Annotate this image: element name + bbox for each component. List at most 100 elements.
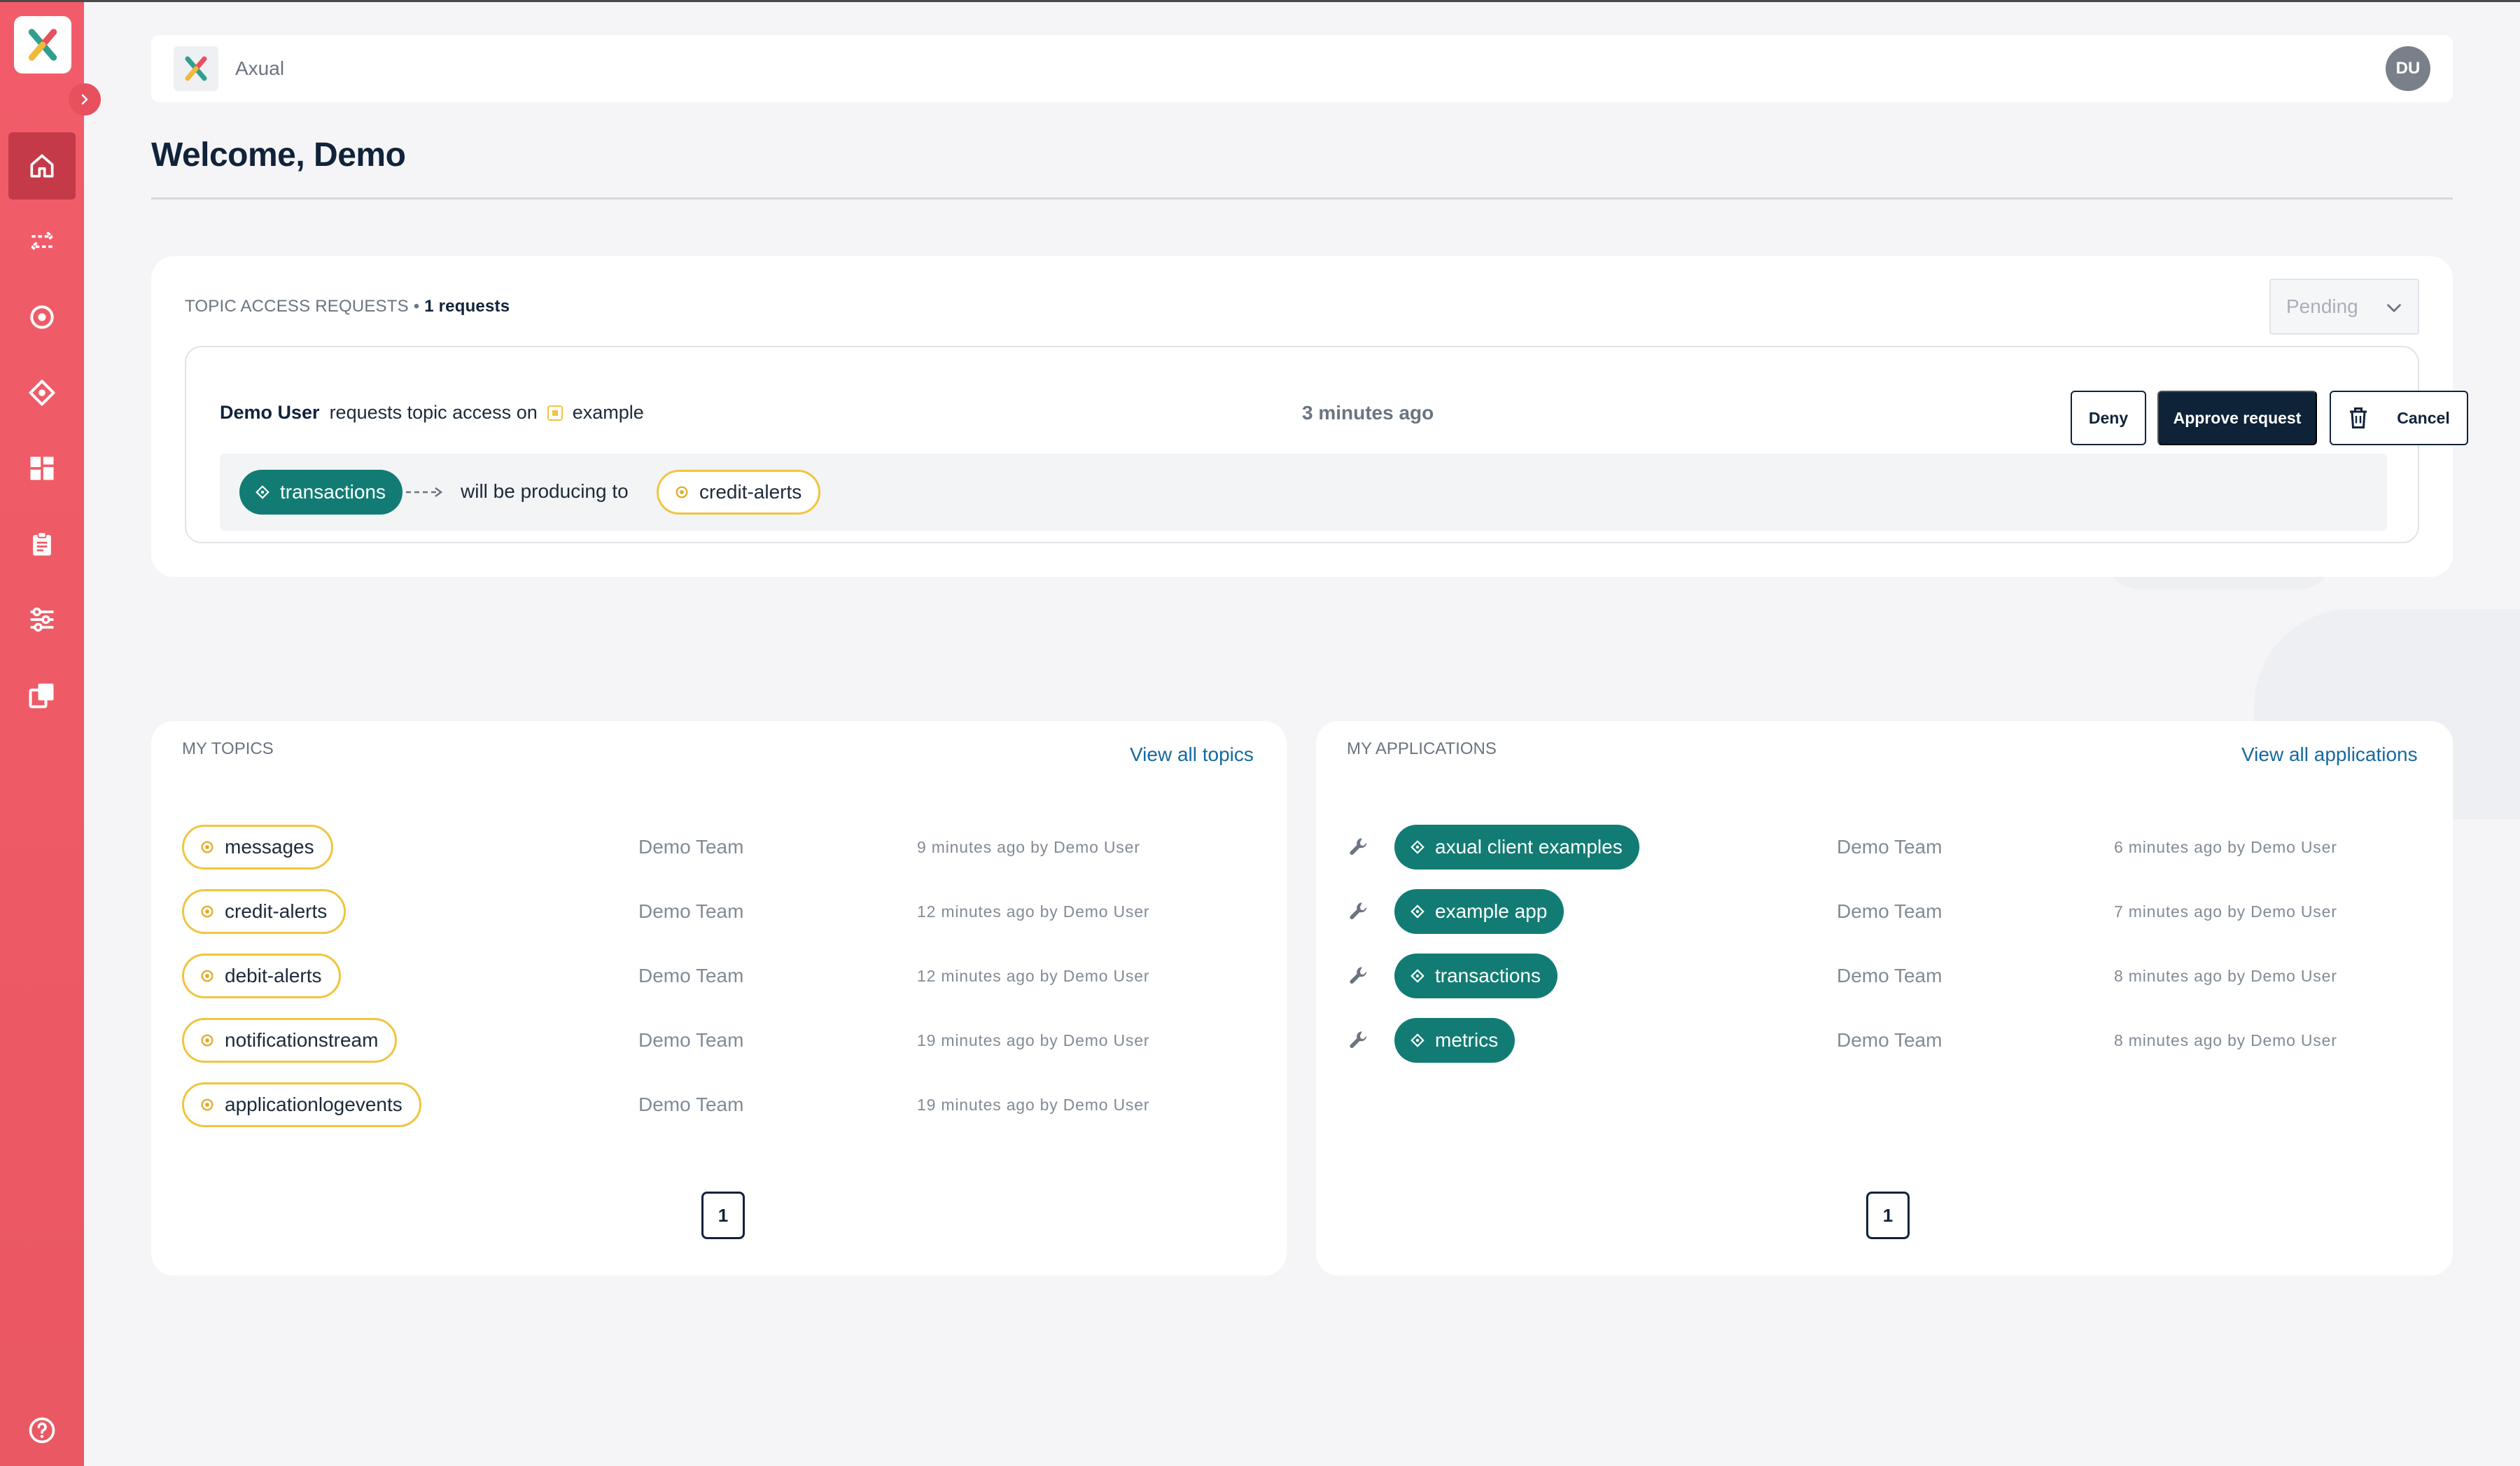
cancel-button[interactable]: Cancel [2330,391,2468,445]
application-row[interactable]: axual client examples Demo Team 6 minutes … [1347,825,2425,870]
topic-chip[interactable]: notificationstream [182,1018,398,1063]
topic-chip[interactable]: credit-alerts [657,470,821,515]
page-title: Welcome, Demo [151,137,406,174]
topic-row[interactable]: messages Demo Team 9 minutes ago by Demo U… [182,825,1260,870]
topic-updated: 12 minutes ago by Demo User [917,902,1150,921]
wrench-icon [1350,967,1367,984]
request-relation: will be producing to [461,480,629,502]
application-icon [29,379,55,406]
help-button[interactable] [8,1397,76,1464]
topic-icon [676,486,688,498]
request-action: requests topic access on [329,402,538,423]
application-chip-label: transactions [280,481,386,503]
axual-logo-icon [185,56,207,81]
application-chip[interactable]: axual client examples [1394,825,1639,870]
tenant-logo[interactable] [174,46,218,91]
application-chip[interactable]: metrics [1394,1018,1516,1063]
sidebar-item-home[interactable] [8,132,76,200]
topic-row[interactable]: applicationlogevents Demo Team 19 minutes … [182,1082,1260,1127]
topic-chip[interactable]: credit-alerts [182,889,346,934]
topic-name: credit-alerts [225,900,328,922]
application-row[interactable]: transactions Demo Team 8 minutes ago by De… [1347,954,2425,998]
requested-topic[interactable]: example [573,402,644,424]
topic-icon [201,1098,214,1111]
user-avatar[interactable]: DU [2386,46,2430,91]
application-row[interactable]: example app Demo Team 7 minutes ago by Dem… [1347,889,2425,934]
request-summary: Demo User requests topic access on examp… [220,402,644,424]
axual-logo-mark-icon [28,29,57,61]
topic-chip[interactable]: messages [182,825,333,870]
topic-icon [201,970,214,982]
application-row[interactable]: metrics Demo Team 8 minutes ago by Demo Us… [1347,1018,2425,1063]
deny-button[interactable]: Deny [2071,391,2146,445]
application-updated: 8 minutes ago by Demo User [2114,967,2337,985]
topic-icon [201,1034,214,1047]
topic-team: Demo Team [638,1094,744,1115]
pagination-page[interactable]: 1 [1866,1192,1910,1239]
topic-name: debit-alerts [225,965,322,986]
trash-icon [2350,407,2367,428]
topic-icon [201,841,214,853]
my-applications-card: MY APPLICATIONS View all applications ax… [1316,721,2453,1276]
topic-team: Demo Team [638,836,744,858]
topic-chip-label: credit-alerts [699,481,802,503]
topic-row[interactable]: debit-alerts Demo Team 12 minutes ago by D… [182,954,1260,998]
topic-access-requests-card: TOPIC ACCESS REQUESTS • 1 requests Pendi… [151,256,2468,577]
access-request-item: Demo User requests topic access on examp… [185,346,2468,543]
application-updated: 8 minutes ago by Demo User [2114,1031,2337,1049]
view-all-topics-link[interactable]: View all topics [1130,744,1254,766]
streams-icon [29,231,55,252]
topic-chip[interactable]: debit-alerts [182,954,341,998]
approve-request-button[interactable]: Approve request [2157,391,2317,445]
application-name: axual client examples [1435,836,1623,858]
application-chip[interactable]: transactions [1394,954,1558,998]
wrench-icon [1350,1031,1367,1049]
sidebar-item-dashboard[interactable] [8,435,76,502]
application-chip[interactable]: transactions [239,470,402,515]
topic-updated: 19 minutes ago by Demo User [917,1031,1150,1049]
requests-heading-label: TOPIC ACCESS REQUESTS [185,297,409,316]
application-icon [1410,969,1424,983]
application-team: Demo Team [1837,836,1942,858]
topic-row[interactable]: credit-alerts Demo Team 12 minutes ago by … [182,889,1260,934]
application-updated: 7 minutes ago by Demo User [2114,902,2337,921]
sidebar-item-topics[interactable] [8,284,76,351]
topic-team: Demo Team [638,1029,744,1051]
topic-updated: 9 minutes ago by Demo User [917,838,1140,856]
sidebar-expand-button[interactable] [69,83,101,116]
topic-team: Demo Team [638,900,744,922]
topic-team: Demo Team [638,965,744,986]
topic-updated: 19 minutes ago by Demo User [917,1096,1150,1114]
sidebar-item-applications[interactable] [8,359,76,426]
wrench-icon [1350,902,1367,920]
wrench-icon [1350,838,1367,856]
request-detail: transactions will be producing to credit… [220,454,2387,531]
topic-chip[interactable]: applicationlogevents [182,1082,421,1127]
window-top-border [0,0,2520,2]
home-icon [30,154,54,178]
sidebar-item-streams[interactable] [8,208,76,275]
topic-name: messages [225,836,314,858]
my-topics-heading: MY TOPICS [182,739,274,758]
my-topics-card: MY TOPICS View all topics messages Demo T… [151,721,1287,1276]
title-divider [151,197,2453,200]
axual-logo[interactable] [14,16,71,74]
application-chip[interactable]: example app [1394,889,1564,934]
application-updated: 6 minutes ago by Demo User [2114,838,2337,856]
requests-heading: TOPIC ACCESS REQUESTS • 1 requests [185,297,510,316]
sidebar-item-settings[interactable] [8,586,76,653]
view-all-applications-link[interactable]: View all applications [2241,744,2418,766]
request-status-filter-value: Pending [2286,295,2358,317]
sidebar-item-copy[interactable] [8,662,76,729]
sidebar-item-requests[interactable] [8,510,76,578]
topic-row[interactable]: notificationstream Demo Team 19 minutes ag… [182,1018,1260,1063]
clipboard-icon [33,531,51,556]
application-team: Demo Team [1837,965,1942,986]
pagination-page[interactable]: 1 [701,1192,745,1239]
request-status-filter[interactable]: Pending [2269,279,2419,335]
my-applications-heading: MY APPLICATIONS [1347,739,1497,758]
topic-icon [201,905,214,918]
application-team: Demo Team [1837,1029,1942,1051]
top-bar: Axual DU [151,35,2453,102]
application-icon [255,485,270,499]
